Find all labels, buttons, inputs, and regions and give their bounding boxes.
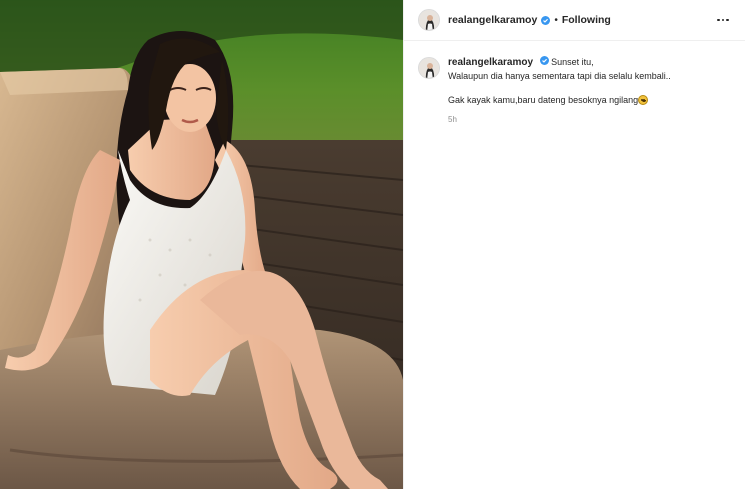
caption-text-3: Gak kayak kamu,baru dateng besoknya ngil…: [448, 95, 639, 105]
avatar-image: [419, 10, 439, 30]
post-header: realangelkaramoy • Following: [404, 0, 745, 41]
caption: realangelkaramoy Sunset itu, Walaupun di…: [404, 41, 745, 124]
header-username[interactable]: realangelkaramoy: [448, 14, 537, 26]
more-options-icon[interactable]: [715, 13, 731, 27]
caption-line-1: realangelkaramoy Sunset itu,: [448, 56, 671, 70]
caption-avatar-image: [419, 58, 439, 78]
caption-verified-badge-icon: [539, 56, 549, 65]
following-button[interactable]: Following: [562, 14, 611, 26]
post-sidebar: realangelkaramoy • Following realangelka…: [403, 0, 745, 489]
caption-text-2: Walaupun dia hanya sementara tapi dia se…: [448, 70, 671, 81]
post-timestamp[interactable]: 5h: [448, 115, 671, 124]
instagram-post: realangelkaramoy • Following realangelka…: [0, 0, 745, 489]
caption-avatar[interactable]: [418, 57, 440, 79]
avatar[interactable]: [418, 9, 440, 31]
caption-text-1: Sunset itu,: [551, 57, 594, 67]
caption-username[interactable]: realangelkaramoy: [448, 57, 533, 68]
post-photo[interactable]: [0, 0, 403, 489]
caption-line-3: Gak kayak kamu,baru dateng besoknya ngil…: [448, 94, 671, 107]
header-separator: •: [554, 14, 558, 26]
post-photo-art: [0, 0, 403, 489]
caption-body: realangelkaramoy Sunset itu, Walaupun di…: [448, 56, 671, 124]
verified-badge-icon: [541, 15, 551, 25]
grimacing-face-emoji-icon: [638, 95, 649, 105]
